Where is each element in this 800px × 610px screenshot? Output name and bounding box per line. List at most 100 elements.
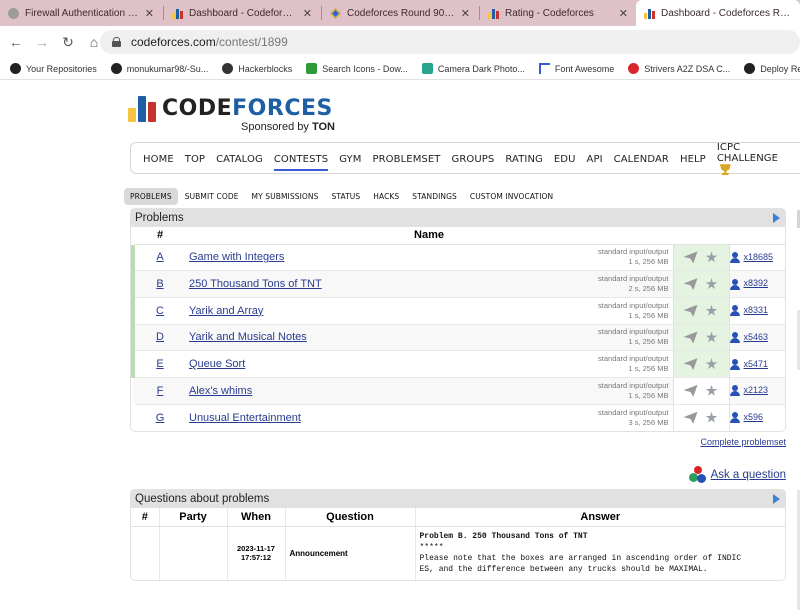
lock-icon[interactable] <box>112 37 121 47</box>
browser-tab[interactable]: Dashboard - Codeforces Round ✕ <box>164 0 320 26</box>
submit-icon[interactable] <box>683 384 698 397</box>
ask-question: Ask a question <box>688 466 786 484</box>
problem-id-cell: B <box>135 270 185 298</box>
subtab-status[interactable]: STATUS <box>325 188 366 205</box>
browser-tab-active[interactable]: Dashboard - Codeforces Round <box>636 0 800 26</box>
solved-count-link[interactable]: x596 <box>744 412 764 422</box>
problem-row: E Queue Sort standard input/output 1 s, 2… <box>131 350 785 378</box>
solved-count-link[interactable]: x8392 <box>744 278 769 288</box>
menu-problemset[interactable]: PROBLEMSET <box>373 146 441 171</box>
problem-id-link[interactable]: G <box>156 412 165 424</box>
menu-edu[interactable]: EDU <box>554 146 576 171</box>
submit-icon[interactable] <box>683 304 698 317</box>
menu-contests[interactable]: CONTESTS <box>273 146 329 171</box>
menu-calendar[interactable]: CALENDAR <box>614 146 669 171</box>
close-icon[interactable]: ✕ <box>461 7 470 20</box>
solved-count-link[interactable]: x2123 <box>744 385 769 395</box>
bookmark[interactable]: monukumar98/-Su... <box>110 63 208 74</box>
expand-arrow-icon[interactable] <box>773 213 780 223</box>
subtab-custom-invocation[interactable]: CUSTOM INVOCATION <box>464 188 559 205</box>
url-input[interactable]: codeforces.com/contest/1899 <box>100 30 800 54</box>
bookmark-label: Hackerblocks <box>238 63 293 74</box>
ask-question-link[interactable]: Ask a question <box>711 469 786 481</box>
solved-count-link[interactable]: x18685 <box>744 252 774 262</box>
bookmark[interactable]: Camera Dark Photo... <box>421 63 525 74</box>
browser-tab[interactable]: Codeforces Round 909 (Div. 3) ✕ <box>322 0 478 26</box>
menu-gym[interactable]: GYM <box>339 146 361 171</box>
menu-home[interactable]: HOME <box>143 146 174 171</box>
subtab-submit-code[interactable]: SUBMIT CODE <box>179 188 245 205</box>
complete-problemset-link[interactable]: Complete problemset <box>700 437 786 447</box>
star-icon[interactable] <box>705 384 718 396</box>
subtab-problems[interactable]: PROBLEMS <box>124 188 178 205</box>
browser-tab[interactable]: Rating - Codeforces ✕ <box>480 0 636 26</box>
problem-name-link[interactable]: Alex's whims <box>185 385 252 397</box>
problem-id-link[interactable]: F <box>157 385 164 397</box>
menu-groups[interactable]: GROUPS <box>452 146 495 171</box>
url-path: /contest/1899 <box>215 35 288 49</box>
star-icon[interactable] <box>705 251 718 263</box>
user-icon <box>729 331 740 343</box>
star-icon[interactable] <box>705 411 718 423</box>
menu-catalog[interactable]: CATALOG <box>216 146 263 171</box>
forward-icon[interactable]: → <box>32 34 52 50</box>
close-icon[interactable]: ✕ <box>303 7 312 20</box>
problem-row: B 250 Thousand Tons of TNT standard inpu… <box>131 270 785 298</box>
codeforces-logo[interactable]: CODEFORCES <box>128 96 333 122</box>
close-icon[interactable]: ✕ <box>619 7 628 20</box>
solved-count-link[interactable]: x5471 <box>744 359 769 369</box>
problem-name-link[interactable]: Yarik and Array <box>185 305 263 317</box>
problem-name-link[interactable]: Unusual Entertainment <box>185 412 301 424</box>
star-icon[interactable] <box>705 278 718 289</box>
problem-id-cell: A <box>135 243 185 271</box>
menu-help[interactable]: HELP <box>680 146 706 171</box>
star-icon[interactable] <box>705 358 718 370</box>
menu-rating[interactable]: RATING <box>505 146 543 171</box>
bookmark[interactable]: Your Repositories <box>10 63 97 74</box>
problem-id-link[interactable]: A <box>156 251 163 263</box>
problem-limits: standard input/output 1 s, 256 MB <box>500 296 673 325</box>
bookmark[interactable]: Hackerblocks <box>222 63 292 74</box>
menu-icpc-challenge[interactable]: ICPC CHALLENGE <box>717 134 789 182</box>
problem-name-link[interactable]: Queue Sort <box>185 358 245 370</box>
problem-actions <box>672 350 729 378</box>
problem-id-link[interactable]: B <box>156 278 163 290</box>
limits-text: 1 s, 256 MB <box>628 257 669 267</box>
problem-name-cell: Queue Sort <box>185 350 501 378</box>
menu-top[interactable]: TOP <box>185 146 205 171</box>
submit-icon[interactable] <box>683 278 698 291</box>
problem-name-link[interactable]: Yarik and Musical Notes <box>185 331 307 343</box>
star-icon[interactable] <box>705 304 718 316</box>
subtab-my-submissions[interactable]: MY SUBMISSIONS <box>246 188 325 205</box>
codeforces-icon <box>172 8 183 19</box>
problem-id-link[interactable]: D <box>156 331 164 343</box>
bookmark[interactable]: Search Icons - Dow... <box>306 63 408 74</box>
sponsor-name[interactable]: TON <box>312 121 335 133</box>
problem-name-link[interactable]: Game with Integers <box>185 251 284 263</box>
bookmark[interactable]: Font Awesome <box>538 63 614 74</box>
address-bar-row: ← → ↻ ⌂ codeforces.com/contest/1899 <box>0 26 800 58</box>
close-icon[interactable]: ✕ <box>145 7 154 20</box>
submit-icon[interactable] <box>683 331 698 344</box>
problem-row: G Unusual Entertainment standard input/o… <box>133 403 785 431</box>
solved-count-link[interactable]: x5463 <box>744 332 769 342</box>
problem-id-link[interactable]: E <box>156 358 163 370</box>
submit-icon[interactable] <box>683 358 698 371</box>
expand-arrow-icon[interactable] <box>773 494 780 504</box>
back-icon[interactable]: ← <box>6 34 26 50</box>
submit-icon[interactable] <box>683 251 698 264</box>
problem-id-link[interactable]: C <box>156 305 164 317</box>
star-icon[interactable] <box>705 331 718 343</box>
main-menu: HOME TOP CATALOG CONTESTS GYM PROBLEMSET… <box>130 142 800 176</box>
solved-count-link[interactable]: x8331 <box>744 305 769 315</box>
reload-icon[interactable]: ↻ <box>58 34 78 51</box>
bookmark[interactable]: Deploy React <box>744 63 800 74</box>
menu-api[interactable]: API <box>587 146 603 171</box>
bookmark[interactable]: Strivers A2Z DSA C... <box>628 63 730 74</box>
submit-icon[interactable] <box>683 411 698 424</box>
problem-name-link[interactable]: 250 Thousand Tons of TNT <box>185 278 322 290</box>
subtab-standings[interactable]: STANDINGS <box>406 188 463 205</box>
subtab-hacks[interactable]: HACKS <box>367 188 405 205</box>
col-number: # <box>135 227 185 245</box>
browser-tab[interactable]: Firewall Authentication Keep ✕ <box>0 0 162 26</box>
